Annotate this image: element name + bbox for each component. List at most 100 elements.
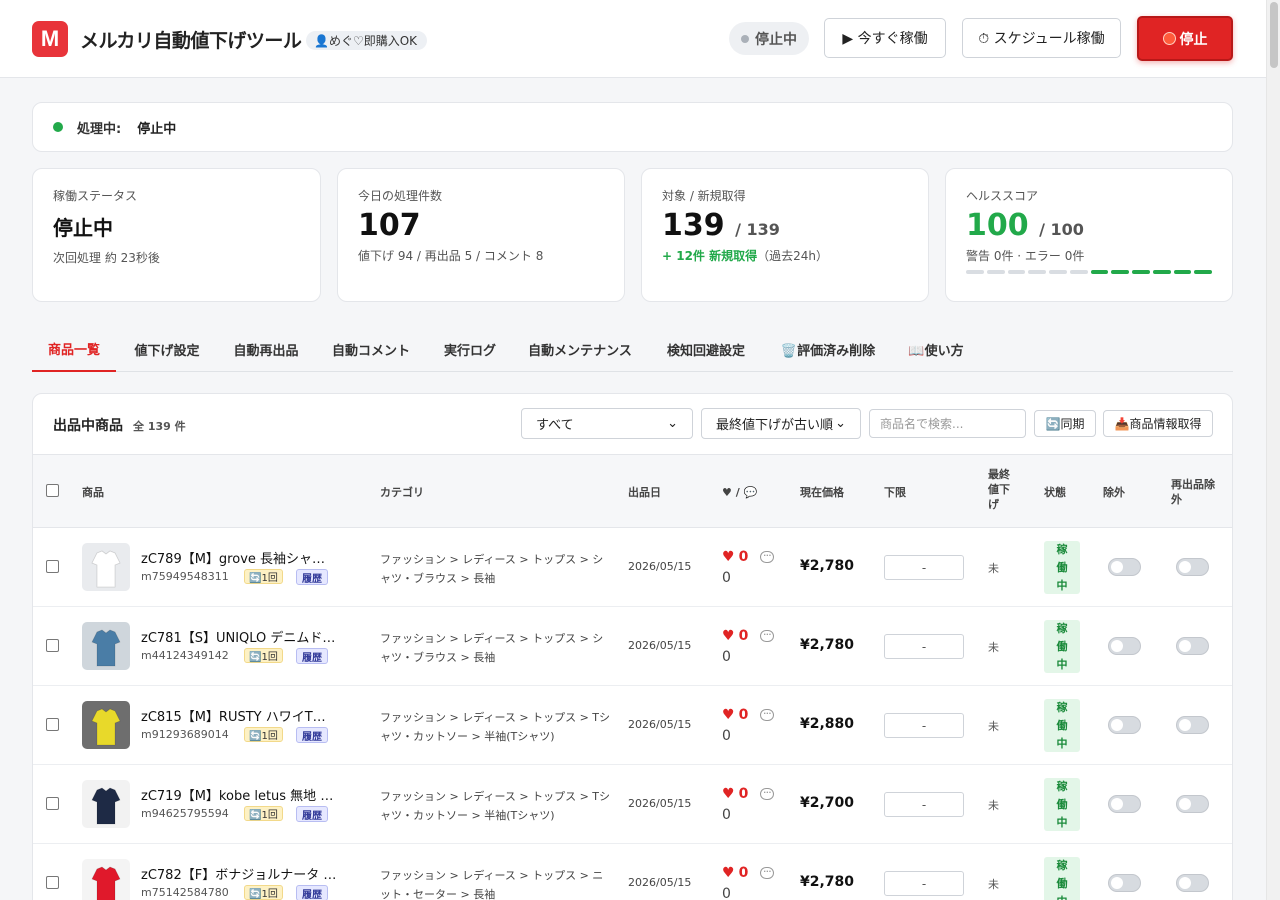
exclude-toggle[interactable] (1108, 716, 1141, 734)
app-logo: M (32, 21, 68, 57)
health-segment (1152, 270, 1171, 274)
row-checkbox[interactable] (46, 797, 59, 810)
comment-icon: ··· (760, 867, 775, 879)
relist-exclude-toggle[interactable] (1176, 637, 1209, 655)
chevron-down-icon: ⌄ (835, 416, 846, 431)
page-scrollbar[interactable] (1266, 0, 1280, 900)
tab-auto-relist[interactable]: 自動再出品 (222, 326, 310, 372)
table-row[interactable]: zC815【M】RUSTY ハワイT… m91293689014 🔄1回 履歴 ファッシ… (33, 686, 1232, 765)
status-dot-icon (741, 34, 749, 43)
run-status-pill: 停止中 (729, 22, 809, 55)
schedule-run-button[interactable]: ⏱ スケジュール稼働 (962, 18, 1121, 58)
likes: ♥ 0 ··· (722, 707, 775, 723)
exclude-toggle[interactable] (1108, 874, 1141, 892)
history-button[interactable]: 履歴 (296, 885, 328, 900)
relist-count-badge: 🔄1回 (244, 885, 283, 900)
tab-execution-log[interactable]: 実行ログ (432, 326, 508, 372)
fetch-info-button[interactable]: 📥商品情報取得 (1103, 410, 1213, 437)
relist-exclude-toggle[interactable] (1176, 558, 1209, 576)
chevron-down-icon: ⌄ (667, 416, 678, 431)
product-name[interactable]: zC789【M】grove 長袖シャ… (141, 548, 325, 567)
product-thumbnail (82, 780, 130, 828)
search-input[interactable]: 商品名で検索... (869, 409, 1026, 438)
tab-markdown-settings[interactable]: 値下げ設定 (126, 326, 208, 372)
new-fetch-count: + 12件 新規取得 (662, 249, 758, 263)
product-name[interactable]: zC719【M】kobe letus 無地 … (141, 785, 333, 804)
tab-how-to-use[interactable]: 📖使い方 (902, 326, 970, 372)
history-button[interactable]: 履歴 (296, 648, 328, 664)
exclude-toggle[interactable] (1108, 637, 1141, 655)
likes-count: 0 (738, 628, 749, 644)
listed-date: 2026/05/15 (628, 797, 692, 810)
exclude-toggle[interactable] (1108, 795, 1141, 813)
col-likes-comments: ♥ / 💬 (722, 486, 758, 499)
tab-products[interactable]: 商品一覧 (32, 326, 116, 372)
tab-auto-maintenance[interactable]: 自動メンテナンス (522, 326, 638, 372)
row-checkbox[interactable] (46, 560, 59, 573)
row-checkbox[interactable] (46, 718, 59, 731)
relist-exclude-toggle[interactable] (1176, 795, 1209, 813)
product-id: m75949548311 (141, 570, 229, 583)
product-name[interactable]: zC782【F】ボナジョルナータ … (141, 864, 336, 883)
history-button[interactable]: 履歴 (296, 569, 328, 585)
current-price: ¥2,880 (800, 716, 855, 732)
current-price: ¥2,700 (800, 795, 855, 811)
table-row[interactable]: zC782【F】ボナジョルナータ … m75142584780 🔄1回 履歴 ファッショ… (33, 844, 1232, 900)
floor-price-input[interactable]: - (884, 713, 964, 738)
scroll-thumb[interactable] (1270, 2, 1278, 68)
stop-icon (1162, 32, 1176, 45)
health-segment (966, 270, 984, 274)
likes-count: 0 (738, 549, 749, 565)
tab-delete-rated[interactable]: 🗑️評価済み削除 (774, 326, 882, 372)
relist-count-badge: 🔄1回 (244, 648, 283, 663)
relist-exclude-toggle[interactable] (1176, 874, 1209, 892)
card-value: 停止中 (53, 216, 113, 240)
floor-price-input[interactable]: - (884, 555, 964, 580)
last-markdown: 未 (988, 562, 999, 575)
product-image (82, 701, 130, 749)
main-tabs: 商品一覧 値下げ設定 自動再出品 自動コメント 実行ログ 自動メンテナンス 検知… (32, 326, 1233, 372)
stop-button[interactable]: 停止 (1137, 16, 1233, 61)
filter-select[interactable]: すべて ⌄ (521, 408, 693, 439)
sync-button[interactable]: 🔄同期 (1034, 410, 1096, 437)
relist-count-badge: 🔄1回 (244, 806, 283, 821)
table-row[interactable]: zC781【S】UNIQLO デニムド… m44124349142 🔄1回 履歴 ファッ… (33, 607, 1232, 686)
product-category: ファッション > レディース > トップス > Tシャツ・カットソー > 半袖(… (380, 790, 611, 822)
relist-exclude-toggle[interactable] (1176, 716, 1209, 734)
run-status-label: 停止中 (755, 31, 797, 48)
health-segment (1090, 270, 1109, 274)
card-value-main: 139 (662, 208, 725, 243)
row-checkbox[interactable] (46, 639, 59, 652)
comments-count: 0 (722, 886, 731, 900)
product-panel: 出品中商品 全 139 件 すべて ⌄ 最終値下げが古い順 ⌄ 商品名で検索..… (32, 393, 1233, 900)
health-segment (1111, 270, 1129, 274)
table-row[interactable]: zC789【M】grove 長袖シャ… m75949548311 🔄1回 履歴 ファッシ… (33, 528, 1232, 607)
tab-auto-comment[interactable]: 自動コメント (324, 326, 418, 372)
current-price: ¥2,780 (800, 637, 855, 653)
health-score-max: / 100 (1039, 220, 1084, 239)
table-row[interactable]: zC719【M】kobe letus 無地 … m94625795594 🔄1回 履歴… (33, 765, 1232, 844)
floor-price-input[interactable]: - (884, 634, 964, 659)
card-label: ヘルススコア (966, 189, 1039, 203)
run-now-button[interactable]: ▶ 今すぐ稼働 (824, 18, 946, 58)
select-all-checkbox[interactable] (46, 484, 59, 497)
status-badge: 稼働中 (1044, 620, 1080, 673)
history-button[interactable]: 履歴 (296, 727, 328, 743)
col-last-markdown: 最終値下げ (988, 468, 1010, 511)
product-name[interactable]: zC781【S】UNIQLO デニムド… (141, 627, 335, 646)
floor-price-input[interactable]: - (884, 792, 964, 817)
product-id: m94625795594 (141, 807, 229, 820)
comment-icon: ··· (760, 630, 775, 642)
exclude-toggle[interactable] (1108, 558, 1141, 576)
health-segment (1049, 270, 1067, 274)
listed-date: 2026/05/15 (628, 718, 692, 731)
sort-select[interactable]: 最終値下げが古い順 ⌄ (701, 408, 861, 439)
likes-count: 0 (738, 786, 749, 802)
product-name[interactable]: zC815【M】RUSTY ハワイT… (141, 706, 326, 725)
sort-select-value: 最終値下げが古い順 (716, 418, 834, 433)
health-segment (1132, 270, 1150, 274)
history-button[interactable]: 履歴 (296, 806, 328, 822)
floor-price-input[interactable]: - (884, 871, 964, 896)
tab-detection-avoidance[interactable]: 検知回避設定 (658, 326, 754, 372)
row-checkbox[interactable] (46, 876, 59, 889)
